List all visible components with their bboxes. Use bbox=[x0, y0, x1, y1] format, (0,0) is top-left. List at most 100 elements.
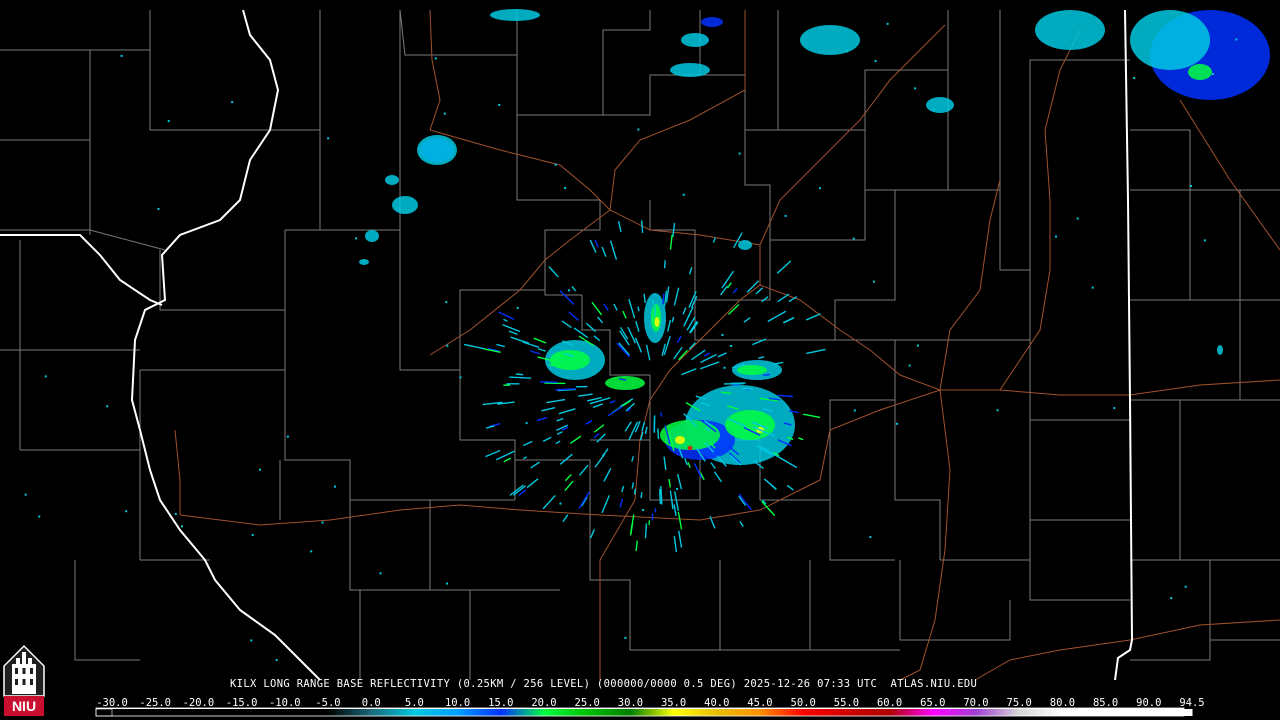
clutter-speckle bbox=[777, 394, 794, 398]
isolated-return bbox=[181, 525, 184, 528]
clutter-speckle bbox=[619, 498, 624, 508]
clutter-speckle bbox=[690, 296, 698, 308]
isolated-return bbox=[1076, 217, 1079, 220]
clutter-speckle bbox=[803, 413, 821, 419]
county-line bbox=[1130, 639, 1280, 661]
county-line bbox=[719, 560, 810, 651]
isolated-return bbox=[355, 237, 358, 240]
clutter-speckle bbox=[609, 240, 618, 260]
echo-cell bbox=[550, 350, 590, 370]
isolated-return bbox=[327, 137, 330, 140]
scale-swatch bbox=[976, 709, 1020, 716]
echo-cell bbox=[687, 446, 693, 450]
scale-swatch bbox=[1148, 709, 1193, 716]
scale-label: -20.0 bbox=[183, 697, 215, 709]
clutter-speckle bbox=[672, 222, 676, 238]
isolated-return bbox=[120, 54, 123, 57]
highway-line bbox=[1129, 379, 1280, 396]
echo-cell bbox=[490, 9, 540, 21]
clutter-speckle bbox=[665, 286, 670, 303]
isolated-return bbox=[914, 87, 917, 90]
clutter-speckle bbox=[617, 221, 622, 232]
clutter-speckle bbox=[687, 462, 691, 468]
scale-label: 90.0 bbox=[1136, 697, 1161, 709]
clutter-speckle bbox=[585, 420, 593, 425]
county-line bbox=[778, 10, 949, 131]
clutter-speckle bbox=[495, 450, 515, 461]
isolated-return bbox=[445, 301, 448, 304]
scale-label: 75.0 bbox=[1007, 697, 1032, 709]
isolated-return bbox=[459, 376, 462, 379]
clutter-speckle bbox=[526, 478, 539, 489]
scale-swatch bbox=[198, 709, 243, 716]
clutter-speckle bbox=[609, 400, 616, 404]
clutter-speckle bbox=[683, 457, 689, 466]
echo-cell bbox=[359, 259, 369, 265]
county-line bbox=[1029, 59, 1130, 270]
clutter-speckle bbox=[631, 482, 635, 489]
county-line bbox=[1029, 520, 1130, 601]
scale-label: 70.0 bbox=[963, 697, 988, 709]
scale-swatch bbox=[760, 709, 804, 716]
scale-swatch bbox=[328, 709, 372, 716]
isolated-return bbox=[231, 101, 234, 104]
echo-cell bbox=[365, 230, 379, 242]
clutter-speckle bbox=[509, 376, 532, 379]
clutter-speckle bbox=[673, 504, 677, 516]
county-line bbox=[0, 10, 151, 51]
clutter-speckle bbox=[635, 320, 640, 332]
clutter-speckle bbox=[601, 246, 607, 257]
clutter-speckle bbox=[578, 464, 589, 476]
clutter-speckle bbox=[763, 478, 777, 490]
clutter-speckle bbox=[687, 306, 694, 318]
echo-cell bbox=[670, 63, 710, 77]
scale-label: 15.0 bbox=[488, 697, 513, 709]
highway-line bbox=[174, 429, 181, 515]
scale-swatch bbox=[630, 709, 675, 716]
clutter-speckle bbox=[739, 520, 744, 528]
county-line bbox=[544, 200, 601, 296]
county-line bbox=[603, 10, 701, 116]
clutter-speckle bbox=[522, 456, 528, 460]
county-line bbox=[829, 500, 895, 561]
clutter-speckle bbox=[700, 361, 720, 370]
scale-label: 20.0 bbox=[531, 697, 556, 709]
radar-map bbox=[0, 9, 1280, 681]
scale-label: 60.0 bbox=[877, 697, 902, 709]
clutter-speckle bbox=[691, 349, 706, 361]
clutter-speckle bbox=[485, 449, 501, 458]
clutter-speckle bbox=[805, 313, 821, 321]
county-line bbox=[894, 400, 941, 560]
clutter-speckle bbox=[667, 319, 672, 332]
scale-label: 35.0 bbox=[661, 697, 686, 709]
scale-swatch bbox=[1105, 709, 1150, 716]
clutter-speckle bbox=[704, 352, 711, 357]
clutter-speckle bbox=[700, 353, 717, 364]
clutter-speckle bbox=[777, 293, 790, 303]
isolated-return bbox=[379, 572, 382, 575]
clutter-speckle bbox=[631, 456, 635, 462]
scale-swatch bbox=[371, 709, 415, 716]
isolated-return bbox=[446, 344, 449, 347]
reflectivity-echoes bbox=[24, 9, 1270, 662]
clutter-speckle bbox=[641, 421, 646, 432]
echo-cell bbox=[660, 420, 720, 450]
clutter-speckle bbox=[618, 342, 630, 356]
isolated-return bbox=[559, 502, 562, 505]
county-line bbox=[0, 50, 91, 141]
isolated-return bbox=[896, 422, 899, 425]
highway-line bbox=[429, 9, 441, 131]
scale-swatch bbox=[932, 709, 977, 716]
clutter-speckle bbox=[591, 301, 603, 316]
clutter-speckle bbox=[671, 316, 675, 323]
isolated-return bbox=[721, 333, 724, 336]
scale-swatch bbox=[803, 709, 847, 716]
isolated-return bbox=[872, 280, 875, 283]
clutter-speckle bbox=[603, 303, 609, 311]
clutter-speckle bbox=[592, 403, 604, 409]
clutter-speckle bbox=[463, 343, 486, 350]
clutter-speckle bbox=[555, 440, 561, 445]
scale-swatch bbox=[1019, 709, 1063, 716]
isolated-return bbox=[321, 521, 324, 524]
scale-label: 0.0 bbox=[362, 697, 381, 709]
